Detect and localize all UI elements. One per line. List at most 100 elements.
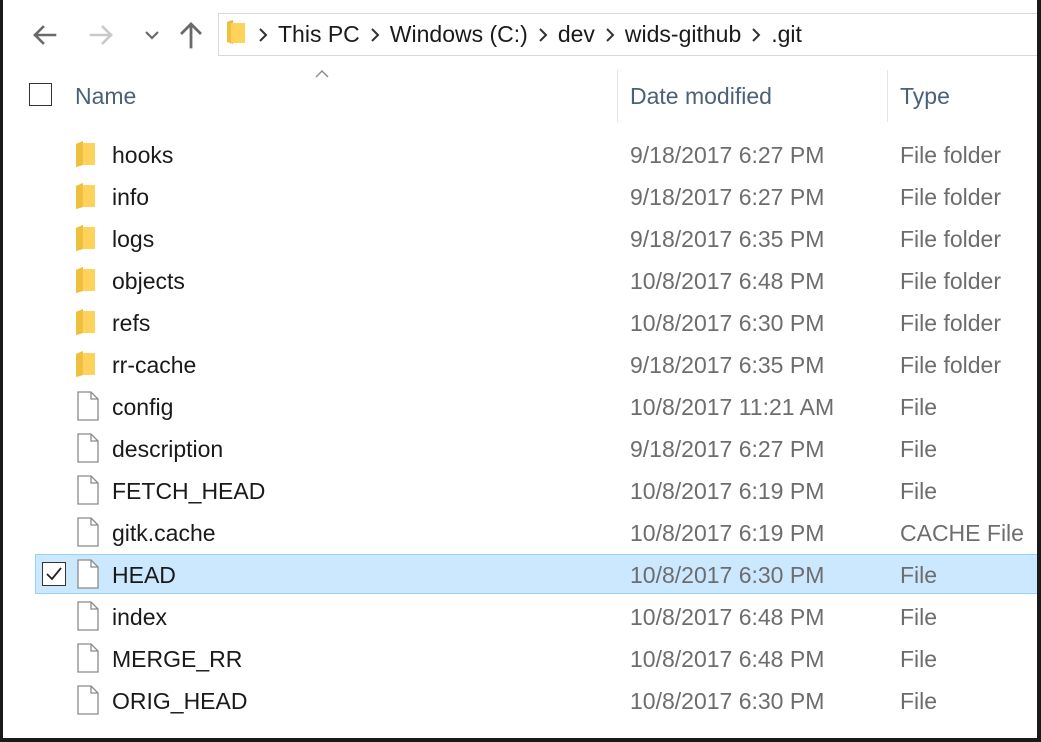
up-button[interactable] — [176, 18, 206, 52]
file-row[interactable]: index 10/8/2017 6:48 PM File — [0, 596, 1041, 638]
breadcrumb-wids-github[interactable]: wids-github — [621, 13, 745, 56]
file-icon — [74, 642, 102, 674]
file-type: File — [900, 646, 938, 672]
file-icon — [74, 558, 102, 590]
breadcrumb-windows-c[interactable]: Windows (C:) — [386, 13, 532, 56]
file-row[interactable]: FETCH_HEAD 10/8/2017 6:19 PM File — [0, 470, 1041, 512]
file-row[interactable]: MERGE_RR 10/8/2017 6:48 PM File — [0, 638, 1041, 680]
folder-icon — [74, 306, 102, 338]
column-divider[interactable] — [887, 70, 888, 122]
folder-icon — [74, 222, 102, 254]
breadcrumb-dev[interactable]: dev — [554, 13, 599, 56]
file-row[interactable]: refs 10/8/2017 6:30 PM File folder — [0, 302, 1041, 344]
file-type: CACHE File — [900, 520, 1024, 546]
file-type: File folder — [900, 184, 1001, 210]
file-row[interactable]: ORIG_HEAD 10/8/2017 6:30 PM File — [0, 680, 1041, 722]
file-name: description — [112, 436, 224, 462]
file-type: File folder — [900, 310, 1001, 336]
select-all-checkbox[interactable] — [29, 83, 52, 106]
file-type: File folder — [900, 352, 1001, 378]
file-name: index — [112, 604, 167, 630]
navigation-bar: This PC Windows (C:) dev wids-github .gi… — [0, 0, 1041, 70]
file-date-modified: 9/18/2017 6:27 PM — [630, 436, 825, 462]
file-type: File folder — [900, 226, 1001, 252]
chevron-right-icon[interactable] — [599, 13, 621, 56]
file-date-modified: 10/8/2017 6:30 PM — [630, 688, 825, 714]
file-row[interactable]: gitk.cache 10/8/2017 6:19 PM CACHE File — [0, 512, 1041, 554]
column-header-date-modified[interactable]: Date modified — [630, 83, 772, 109]
file-name: config — [112, 394, 174, 420]
file-icon — [74, 684, 102, 716]
file-row[interactable]: objects 10/8/2017 6:48 PM File folder — [0, 260, 1041, 302]
file-type: File folder — [900, 268, 1001, 294]
file-date-modified: 10/8/2017 6:48 PM — [630, 646, 825, 672]
file-type: File — [900, 436, 938, 462]
file-row[interactable]: rr-cache 9/18/2017 6:35 PM File folder — [0, 344, 1041, 386]
file-date-modified: 10/8/2017 6:30 PM — [630, 310, 825, 336]
file-icon — [74, 600, 102, 632]
breadcrumb-this-pc[interactable]: This PC — [274, 13, 364, 56]
folder-icon — [226, 19, 246, 50]
file-icon — [74, 516, 102, 548]
folder-icon — [74, 264, 102, 296]
forward-button[interactable] — [87, 18, 117, 52]
back-button[interactable] — [29, 18, 59, 52]
file-row[interactable]: description 9/18/2017 6:27 PM File — [0, 428, 1041, 470]
file-row[interactable]: HEAD 10/8/2017 6:30 PM File — [0, 554, 1041, 596]
arrow-left-icon — [31, 24, 57, 46]
file-type: File — [900, 604, 938, 630]
file-name: logs — [112, 226, 155, 252]
file-date-modified: 10/8/2017 6:30 PM — [630, 562, 825, 588]
file-name: rr-cache — [112, 352, 197, 378]
breadcrumb-git[interactable]: .git — [767, 13, 806, 56]
file-name: objects — [112, 268, 185, 294]
file-row[interactable]: config 10/8/2017 11:21 AM File — [0, 386, 1041, 428]
file-type: File — [900, 562, 938, 588]
file-date-modified: 9/18/2017 6:35 PM — [630, 352, 825, 378]
file-date-modified: 10/8/2017 11:21 AM — [630, 394, 835, 420]
file-name: ORIG_HEAD — [112, 688, 248, 714]
arrow-up-icon — [178, 21, 204, 49]
chevron-down-icon — [144, 29, 160, 41]
file-icon — [74, 432, 102, 464]
file-icon — [74, 474, 102, 506]
file-name: MERGE_RR — [112, 646, 243, 672]
file-name: hooks — [112, 142, 174, 168]
file-type: File folder — [900, 142, 1001, 168]
arrow-right-icon — [89, 24, 115, 46]
file-name: gitk.cache — [112, 520, 216, 546]
chevron-right-icon[interactable] — [252, 13, 274, 56]
file-type: File — [900, 688, 938, 714]
chevron-right-icon[interactable] — [532, 13, 554, 56]
column-header-bar — [0, 70, 1041, 122]
file-row[interactable]: info 9/18/2017 6:27 PM File folder — [0, 176, 1041, 218]
column-header-type[interactable]: Type — [900, 83, 950, 109]
file-row[interactable]: logs 9/18/2017 6:35 PM File folder — [0, 218, 1041, 260]
file-name: info — [112, 184, 150, 210]
file-icon — [74, 390, 102, 422]
file-date-modified: 9/18/2017 6:27 PM — [630, 184, 825, 210]
file-date-modified: 10/8/2017 6:19 PM — [630, 478, 825, 504]
file-name: HEAD — [112, 562, 176, 588]
column-header-name[interactable]: Name — [75, 83, 136, 109]
folder-icon — [74, 138, 102, 170]
folder-icon — [74, 180, 102, 212]
column-divider[interactable] — [617, 70, 618, 122]
selection-highlight — [35, 554, 1041, 594]
recent-locations-button[interactable] — [137, 18, 167, 52]
file-type: File — [900, 394, 938, 420]
chevron-right-icon[interactable] — [745, 13, 767, 56]
file-row[interactable]: hooks 9/18/2017 6:27 PM File folder — [0, 134, 1041, 176]
file-date-modified: 10/8/2017 6:48 PM — [630, 268, 825, 294]
address-bar[interactable]: This PC Windows (C:) dev wids-github .gi… — [218, 13, 1041, 56]
file-name: refs — [112, 310, 151, 336]
folder-icon — [74, 348, 102, 380]
file-date-modified: 10/8/2017 6:48 PM — [630, 604, 825, 630]
file-type: File — [900, 478, 938, 504]
sort-ascending-icon — [314, 66, 330, 84]
file-date-modified: 9/18/2017 6:27 PM — [630, 142, 825, 168]
row-checkbox[interactable] — [42, 562, 66, 586]
file-date-modified: 10/8/2017 6:19 PM — [630, 520, 825, 546]
chevron-right-icon[interactable] — [364, 13, 386, 56]
file-date-modified: 9/18/2017 6:35 PM — [630, 226, 825, 252]
